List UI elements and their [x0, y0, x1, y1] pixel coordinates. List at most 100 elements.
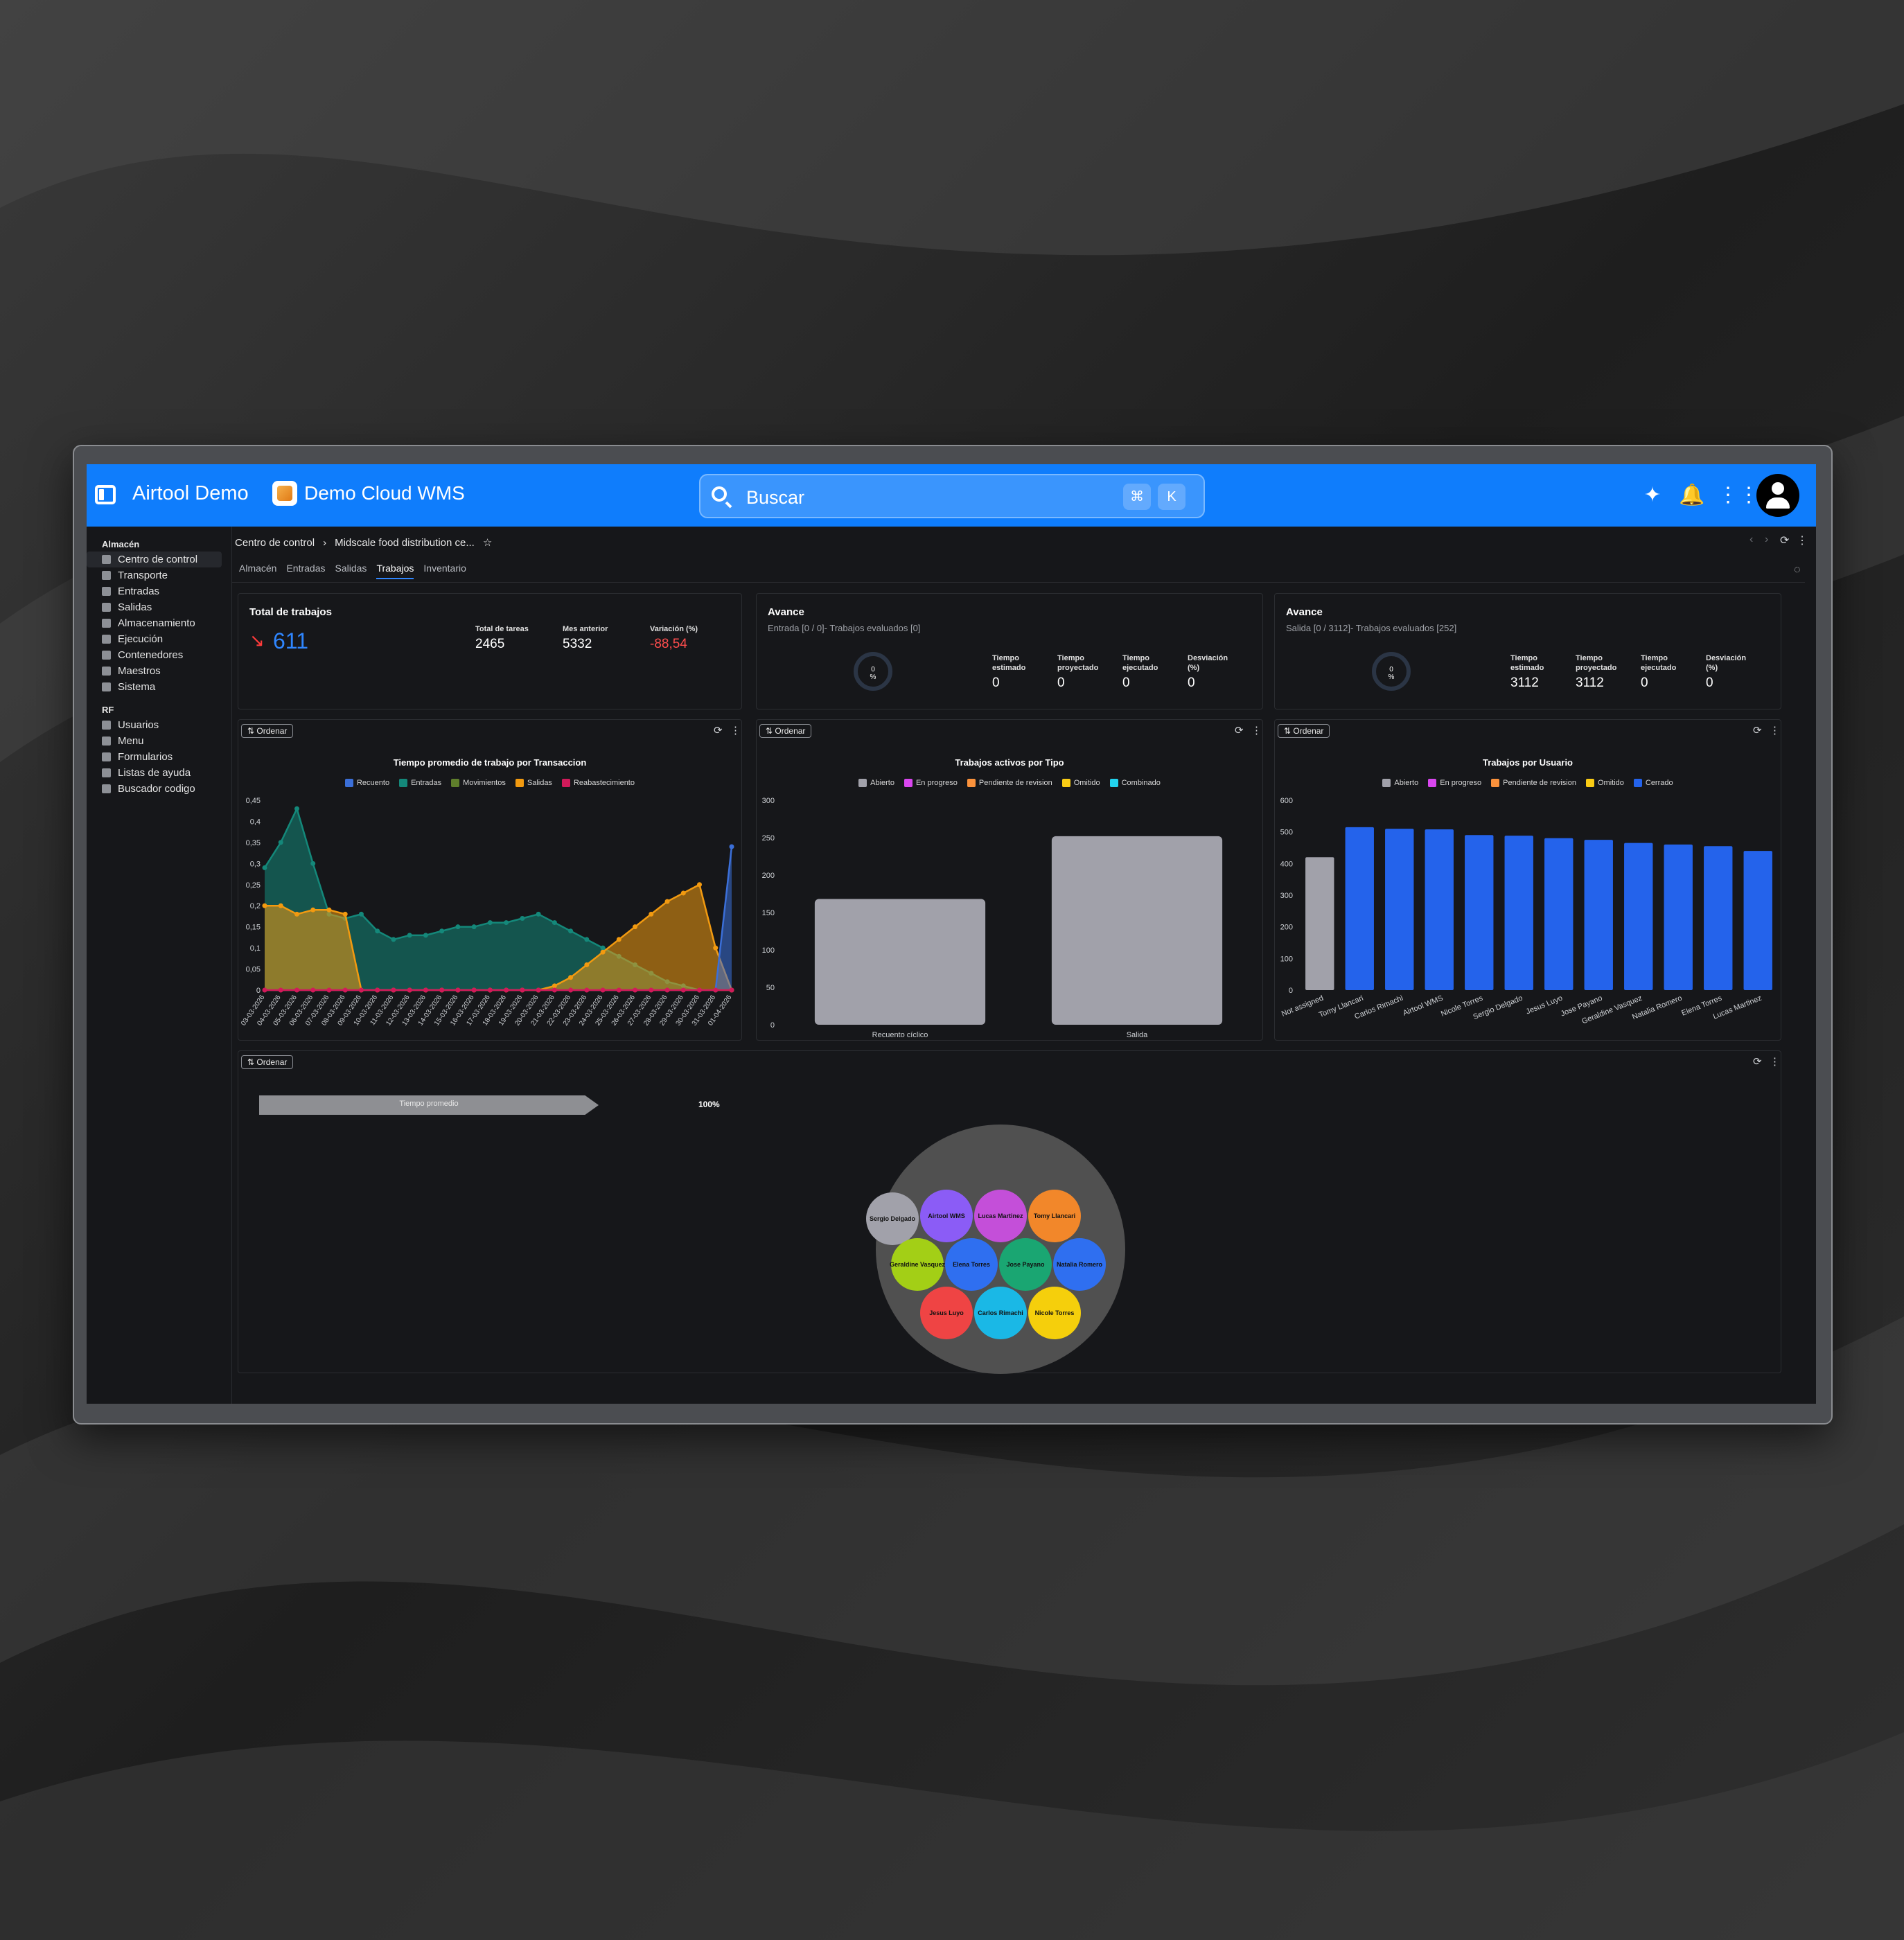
refresh-icon[interactable]: ⟳ — [1753, 724, 1762, 737]
bubble-label: Elena Torres — [953, 1261, 990, 1268]
inbound-icon — [102, 587, 111, 596]
search-input[interactable]: Buscar — [746, 487, 804, 509]
sidebar-item-maestros[interactable]: Maestros — [87, 663, 222, 679]
order-button[interactable]: ⇅ Ordenar — [241, 724, 294, 738]
data-point — [664, 899, 670, 904]
legend-item[interactable]: Movimientos — [451, 779, 506, 787]
tab-entradas[interactable]: Entradas — [286, 563, 325, 579]
sidebar-item-usuarios[interactable]: Usuarios — [87, 717, 222, 733]
data-point — [616, 937, 622, 942]
bubble-label: Jose Payano — [1006, 1261, 1045, 1268]
chat-icon[interactable]: ◌ — [1794, 564, 1801, 576]
sidebar: Almacén Centro de control Transporte Ent… — [87, 527, 232, 1404]
order-button[interactable]: ⇅ Ordenar — [759, 724, 812, 738]
star-icon[interactable]: ☆ — [483, 536, 492, 549]
sidebar-item-centro-de-control[interactable]: Centro de control — [87, 552, 222, 567]
sidebar-section-rf: RF — [102, 705, 114, 715]
bell-icon[interactable]: 🔔 — [1679, 483, 1704, 508]
sidebar-item-salidas[interactable]: Salidas — [87, 599, 222, 615]
ring-unit: % — [870, 673, 876, 681]
data-point — [568, 987, 574, 993]
search-bar[interactable]: Buscar ⌘ K — [699, 474, 1205, 518]
refresh-icon[interactable]: ⟳ — [1753, 1055, 1762, 1068]
sidebar-item-ejecucion[interactable]: Ejecución — [87, 631, 222, 647]
bar — [814, 899, 986, 1025]
data-point — [520, 987, 525, 993]
legend-item[interactable]: Cerrado — [1633, 779, 1673, 787]
legend-item[interactable]: Pendiente de revision — [967, 779, 1052, 787]
data-point — [487, 920, 493, 926]
data-point — [375, 987, 380, 993]
ring-value: 0 — [1389, 666, 1393, 673]
chart-legend: Abierto En progreso Pendiente de revisio… — [1275, 779, 1781, 787]
main-content: Centro de control › Midscale food distri… — [232, 527, 1816, 1404]
stat-mes-anterior: Mes anterior 5332 — [563, 625, 608, 651]
bubble-label: Lucas Martinez — [978, 1212, 1023, 1219]
bar — [1704, 846, 1733, 990]
more-vertical-icon[interactable]: ⋮ — [1797, 534, 1808, 547]
legend-item[interactable]: En progreso — [903, 779, 958, 787]
legend-item[interactable]: Abierto — [1382, 779, 1418, 787]
sidebar-item-buscador-codigo[interactable]: Buscador codigo — [87, 781, 222, 797]
stat-tiempo-proyectado: Tiempo proyectado 0 — [1057, 654, 1099, 690]
legend-item[interactable]: En progreso — [1428, 779, 1481, 787]
bar — [1504, 836, 1533, 990]
refresh-icon[interactable]: ⟳ — [1780, 534, 1789, 547]
x-tick-label: Airtool WMS — [1402, 994, 1444, 1018]
breadcrumb: Centro de control › Midscale food distri… — [235, 536, 492, 549]
bubble-label: Carlos Rimachi — [978, 1310, 1023, 1316]
legend-item[interactable]: Omitido — [1585, 779, 1624, 787]
sparkle-ai-icon[interactable]: ✦ — [1640, 483, 1665, 508]
card-title: Avance — [1286, 606, 1323, 618]
y-tick-label: 0,25 — [246, 881, 261, 890]
sidebar-item-entradas[interactable]: Entradas — [87, 583, 222, 599]
sidebar-item-listas-de-ayuda[interactable]: Listas de ayuda — [87, 765, 222, 781]
company-selector[interactable]: Demo Cloud WMS — [304, 482, 465, 504]
legend-item[interactable]: Abierto — [858, 779, 894, 787]
legend-item[interactable]: Salidas — [515, 779, 552, 787]
legend-item[interactable]: Pendiente de revision — [1491, 779, 1576, 787]
sidebar-toggle-icon[interactable] — [95, 485, 116, 504]
tab-inventario[interactable]: Inventario — [423, 563, 466, 579]
sidebar-item-sistema[interactable]: Sistema — [87, 679, 222, 695]
apps-grid-icon[interactable]: ⋮⋮ — [1718, 483, 1759, 508]
more-vertical-icon[interactable]: ⋮ — [1251, 724, 1262, 737]
order-button[interactable]: ⇅ Ordenar — [1278, 724, 1330, 738]
legend-item[interactable]: Omitido — [1061, 779, 1100, 787]
more-vertical-icon[interactable]: ⋮ — [1770, 724, 1780, 737]
user-avatar[interactable] — [1756, 474, 1799, 517]
tab-trabajos[interactable]: Trabajos — [376, 563, 414, 579]
data-point — [697, 987, 703, 993]
sidebar-item-almacenamiento[interactable]: Almacenamiento — [87, 615, 222, 631]
refresh-icon[interactable]: ⟳ — [1235, 724, 1244, 737]
legend-item[interactable]: Entradas — [399, 779, 441, 787]
form-icon — [102, 752, 111, 761]
legend-item[interactable]: Reabastecimiento — [561, 779, 635, 787]
tab-salidas[interactable]: Salidas — [335, 563, 367, 579]
menu-icon — [102, 737, 111, 746]
sidebar-item-formularios[interactable]: Formularios — [87, 749, 222, 765]
chevron-right-nav-icon[interactable]: › — [1765, 534, 1768, 546]
y-tick-label: 0,15 — [246, 924, 261, 932]
more-vertical-icon[interactable]: ⋮ — [1770, 1055, 1780, 1068]
sidebar-item-transporte[interactable]: Transporte — [87, 567, 222, 583]
avance-entrada-card: Avance Entrada [0 / 0]- Trabajos evaluad… — [756, 593, 1263, 709]
bar-chart-svg: 0100200300400500600Not assignedTomy Llan… — [1280, 797, 1772, 1026]
y-tick-label: 0,3 — [250, 860, 261, 868]
sidebar-item-contenedores[interactable]: Contenedores — [87, 647, 222, 663]
chevron-left-icon[interactable]: ‹ — [1749, 534, 1753, 546]
legend-item[interactable]: Recuento — [344, 779, 389, 787]
legend-item[interactable]: Combinado — [1109, 779, 1161, 787]
refresh-icon[interactable]: ⟳ — [714, 724, 723, 737]
tab-almacen[interactable]: Almacén — [239, 563, 276, 579]
sidebar-item-menu[interactable]: Menu — [87, 733, 222, 749]
masters-icon — [102, 667, 111, 676]
bubble-funnel-card: ⇅ Ordenar ⟳ ⋮ Tiempo promedio 100% Sergi… — [238, 1050, 1781, 1374]
order-button[interactable]: ⇅ Ordenar — [241, 1055, 294, 1069]
breadcrumb-root[interactable]: Centro de control — [235, 537, 315, 549]
y-tick-label: 100 — [762, 946, 775, 955]
data-point — [552, 920, 557, 926]
data-point — [584, 987, 590, 993]
data-point — [391, 937, 396, 942]
more-vertical-icon[interactable]: ⋮ — [730, 724, 741, 737]
